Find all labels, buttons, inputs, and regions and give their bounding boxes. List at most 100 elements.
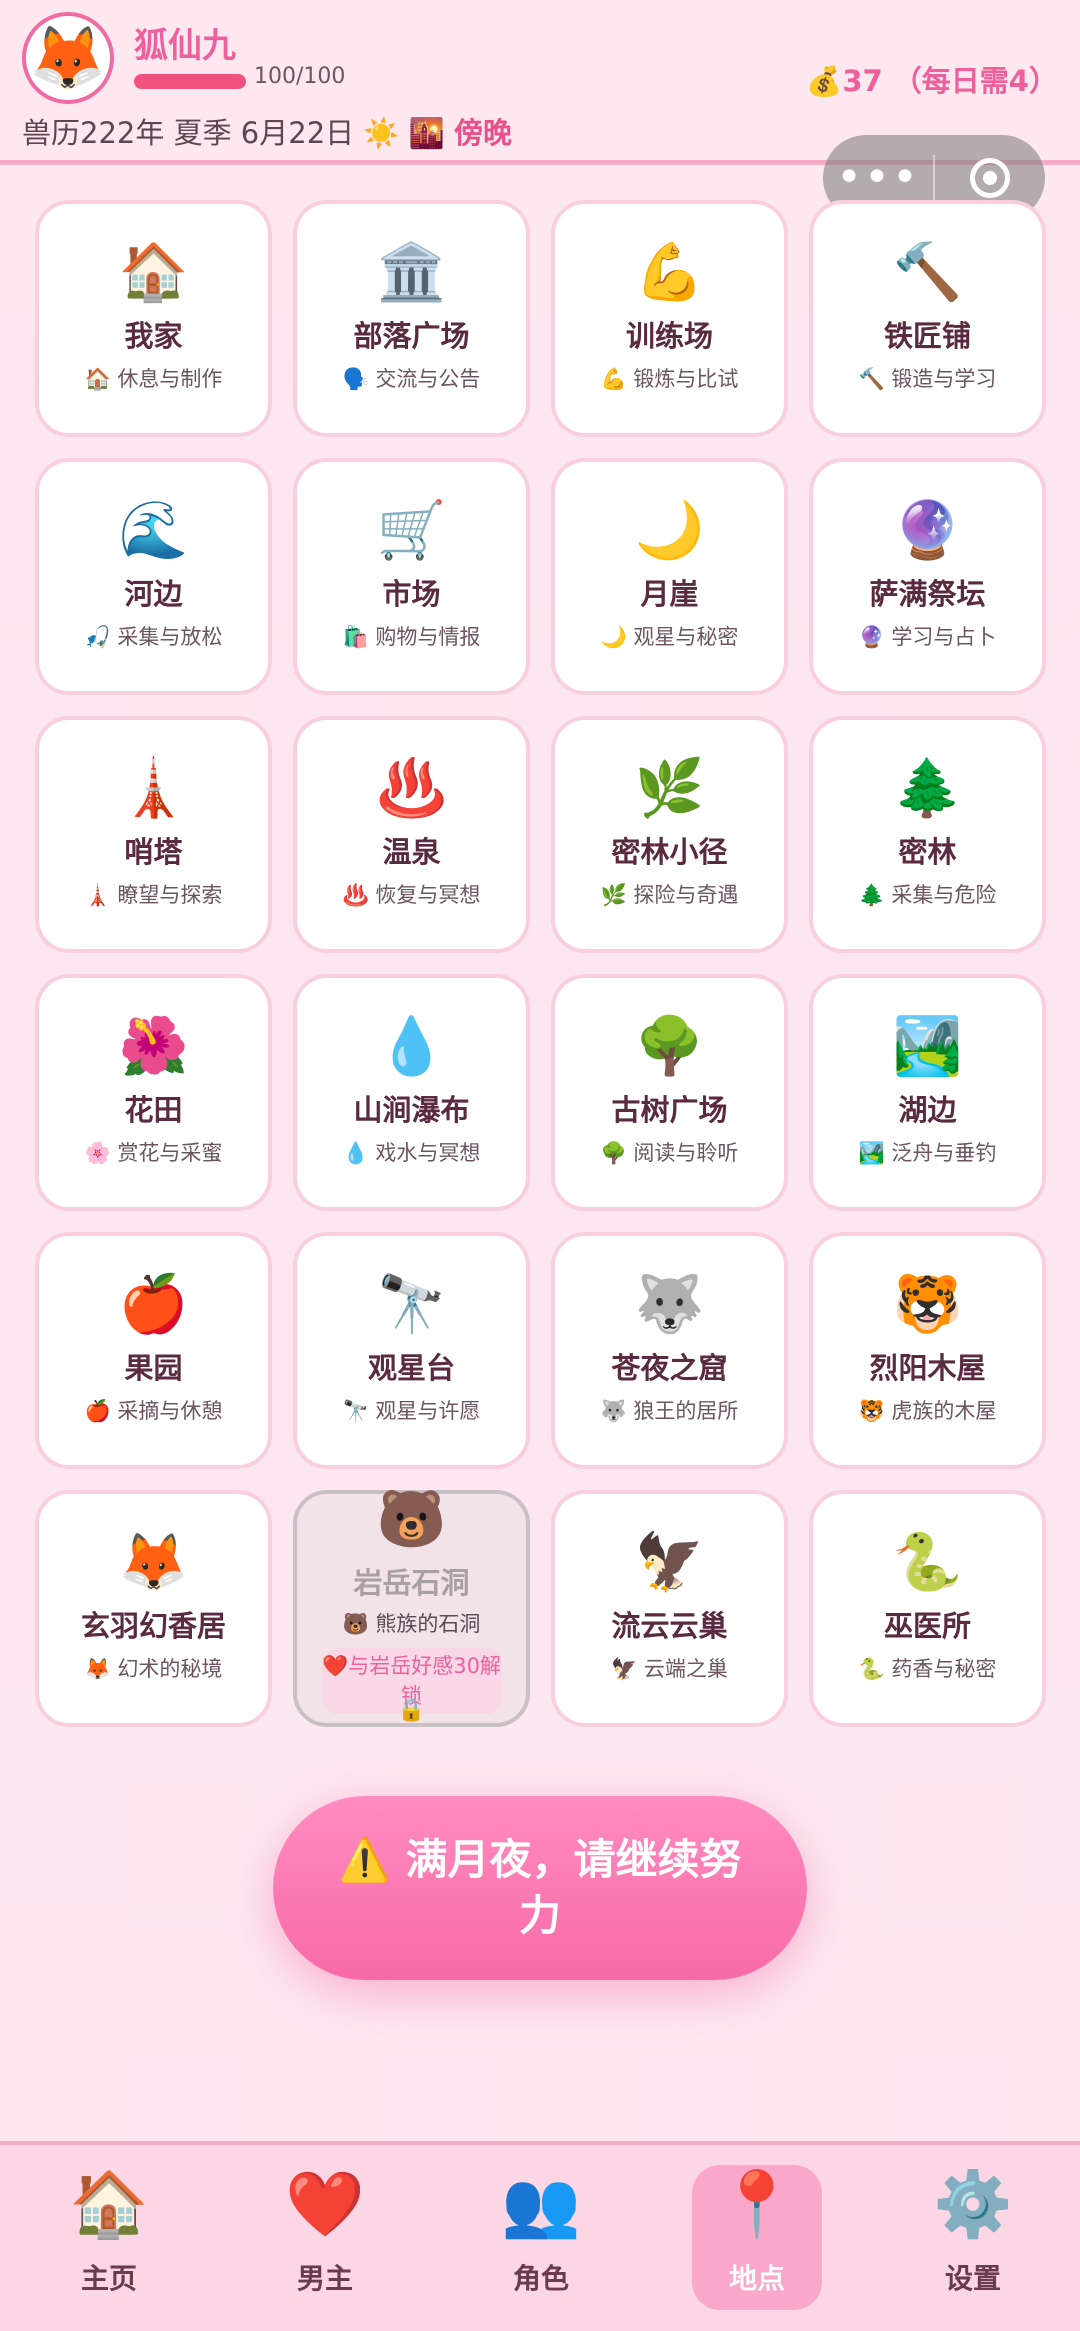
desc-icon: 🎣 [84, 624, 111, 649]
location-tile[interactable]: 🍎 果园 🍎 采摘与休憩 [35, 1232, 272, 1469]
location-tile[interactable]: 🐯 烈阳木屋 🐯 虎族的木屋 [809, 1232, 1046, 1469]
nav-home[interactable]: 🏠 主页 [44, 2165, 174, 2310]
location-tile[interactable]: 🌳 古树广场 🌳 阅读与聆听 [551, 974, 788, 1211]
desc-text: 购物与情报 [375, 624, 481, 649]
hp-bar [134, 74, 246, 89]
location-tile[interactable]: ♨️ 温泉 ♨️ 恢复与冥想 [293, 716, 530, 953]
location-desc: 🌙 观星与秘密 [601, 621, 739, 651]
desc-text: 学习与占卜 [891, 624, 997, 649]
location-desc: 🏠 休息与制作 [85, 363, 223, 393]
desc-icon: 🌿 [600, 882, 627, 907]
location-desc: 🐯 虎族的木屋 [859, 1395, 997, 1425]
nav-label: 设置 [944, 2262, 1001, 2295]
location-tile[interactable]: 🌙 月崖 🌙 观星与秘密 [551, 458, 788, 695]
location-tile[interactable]: 🌊 河边 🎣 采集与放松 [35, 458, 272, 695]
location-tile[interactable]: 🦊 玄羽幻香居 🦊 幻术的秘境 [35, 1490, 272, 1727]
tower-icon: 🗼 [118, 755, 189, 821]
desc-icon: 🔨 [858, 366, 885, 391]
location-tile[interactable]: 💪 训练场 💪 锻炼与比试 [551, 200, 788, 437]
target-icon [970, 158, 1010, 198]
location-desc: 🐺 狼王的居所 [601, 1395, 739, 1425]
full-moon-warning-button[interactable]: ⚠️ 满月夜，请继续努力 [273, 1796, 807, 1980]
wolf-icon: 🐺 [634, 1271, 705, 1337]
warning-label: 满月夜，请继续努力 [405, 1835, 742, 1940]
house-icon: 🏠 [69, 2168, 149, 2242]
location-desc: 🐻 熊族的石洞 [343, 1608, 481, 1638]
location-tile[interactable]: 🦅 流云云巢 🦅 云端之巢 [551, 1490, 788, 1727]
location-tile[interactable]: 🌺 花田 🌸 赏花与采蜜 [35, 974, 272, 1211]
game-date: 兽历222年 夏季 6月22日 ☀️ 🌇 傍晚 [22, 110, 512, 152]
desc-text: 采摘与休憩 [117, 1398, 223, 1423]
location-tile[interactable]: 🐺 苍夜之窟 🐺 狼王的居所 [551, 1232, 788, 1469]
time-of-day: 傍晚 [454, 116, 513, 150]
location-desc: 🍎 采摘与休憩 [85, 1395, 223, 1425]
flexed-biceps-icon: 💪 [634, 239, 705, 305]
droplet-icon: 💧 [376, 1013, 447, 1079]
desc-text: 交流与公告 [375, 366, 481, 391]
crystal-ball-icon: 🔮 [892, 497, 963, 563]
close-miniprogram-button[interactable] [935, 158, 1045, 198]
desc-text: 泛舟与垂钓 [891, 1140, 997, 1165]
desc-text: 锻造与学习 [891, 366, 997, 391]
nav-label: 男主 [296, 2262, 353, 2295]
location-tile[interactable]: 🔨 铁匠铺 🔨 锻造与学习 [809, 200, 1046, 437]
desc-icon: 🐯 [858, 1398, 885, 1423]
location-name: 我家 [124, 318, 183, 353]
location-tile: 🐻 岩岳石洞 🐻 熊族的石洞 ❤️与岩岳好感30解锁 🔒 [293, 1490, 530, 1727]
nav-male-lead[interactable]: ❤️ 男主 [260, 2165, 390, 2310]
shopping-cart-icon: 🛒 [376, 497, 447, 563]
location-desc: 🛍️ 购物与情报 [343, 621, 481, 651]
location-tile[interactable]: 🐍 巫医所 🐍 药香与秘密 [809, 1490, 1046, 1727]
location-name: 密林 [898, 834, 957, 869]
location-tile[interactable]: 🌿 密林小径 🌿 探险与奇遇 [551, 716, 788, 953]
lock-icon: 🔒 [397, 1698, 426, 1723]
location-name: 密林小径 [611, 834, 728, 869]
location-name: 花田 [124, 1092, 183, 1127]
heart-icon: ❤️ [285, 2168, 365, 2242]
more-icon[interactable]: ••• [823, 156, 933, 200]
location-desc: 🔨 锻造与学习 [859, 363, 997, 393]
location-name: 玄羽幻香居 [80, 1608, 226, 1643]
location-tile[interactable]: 🗼 哨塔 🗼 瞭望与探索 [35, 716, 272, 953]
desc-icon: 🔭 [342, 1398, 369, 1423]
player-avatar[interactable]: 🦊 [22, 12, 114, 104]
warning-icon: ⚠️ [338, 1835, 391, 1884]
nav-locations[interactable]: 📍 地点 [692, 2165, 822, 2310]
money-display: 💰37 （每日需4） [806, 58, 1058, 100]
location-tile[interactable]: 🛒 市场 🛍️ 购物与情报 [293, 458, 530, 695]
location-tile[interactable]: 🏛️ 部落广场 🗣️ 交流与公告 [293, 200, 530, 437]
location-tile[interactable]: 🔮 萨满祭坛 🔮 学习与占卜 [809, 458, 1046, 695]
location-name: 流云云巢 [611, 1608, 728, 1643]
location-tile[interactable]: 🏞️ 湖边 🏞️ 泛舟与垂钓 [809, 974, 1046, 1211]
desc-icon: 🌸 [84, 1140, 111, 1165]
location-tile[interactable]: 🏠 我家 🏠 休息与制作 [35, 200, 272, 437]
location-desc: 🐍 药香与秘密 [859, 1653, 997, 1683]
nav-characters[interactable]: 👥 角色 [476, 2165, 606, 2310]
evergreen-tree-icon: 🌲 [892, 755, 963, 821]
desc-icon: 💧 [342, 1140, 369, 1165]
desc-icon: 🌳 [600, 1140, 627, 1165]
location-desc: 🏞️ 泛舟与垂钓 [859, 1137, 997, 1167]
location-tile[interactable]: 🔭 观星台 🔭 观星与许愿 [293, 1232, 530, 1469]
landscape-icon: 🏞️ [892, 1013, 963, 1079]
location-tile[interactable]: 🌲 密林 🌲 采集与危险 [809, 716, 1046, 953]
snake-icon: 🐍 [892, 1529, 963, 1595]
location-desc: 🎣 采集与放松 [85, 621, 223, 651]
desc-text: 虎族的木屋 [891, 1398, 997, 1423]
herb-icon: 🌿 [634, 755, 705, 821]
nav-settings[interactable]: ⚙️ 设置 [908, 2165, 1038, 2310]
desc-icon: 🛍️ [342, 624, 369, 649]
location-tile[interactable]: 💧 山涧瀑布 💧 戏水与冥想 [293, 974, 530, 1211]
location-name: 古树广场 [611, 1092, 728, 1127]
tiger-icon: 🐯 [892, 1271, 963, 1337]
location-desc: 🦊 幻术的秘境 [85, 1653, 223, 1683]
hot-springs-icon: ♨️ [376, 755, 447, 821]
location-name: 湖边 [898, 1092, 957, 1127]
player-name: 狐仙九 [134, 26, 236, 66]
location-name: 训练场 [625, 318, 713, 353]
location-name: 岩岳石洞 [353, 1566, 470, 1600]
desc-icon: 🗼 [84, 882, 111, 907]
desc-icon: 🍎 [84, 1398, 111, 1423]
nav-label: 主页 [80, 2262, 137, 2295]
desc-text: 探险与奇遇 [633, 882, 739, 907]
